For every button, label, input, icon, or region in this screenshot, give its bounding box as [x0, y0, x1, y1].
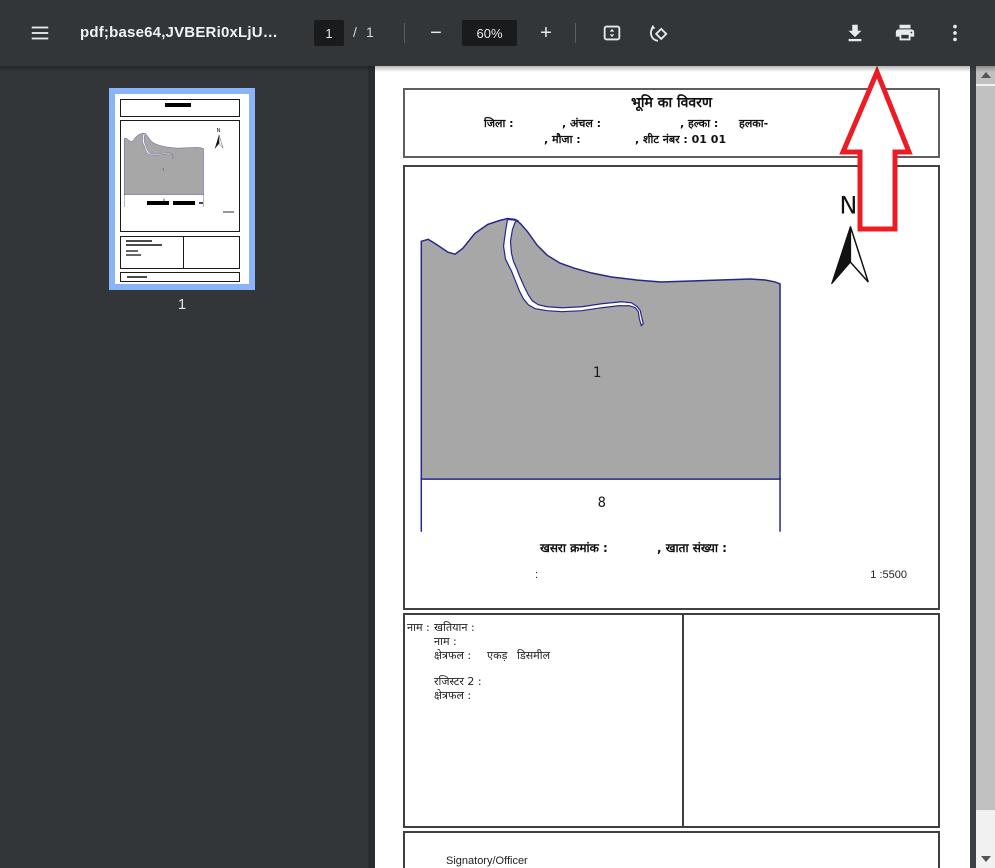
thumbnail-map-art	[121, 121, 239, 225]
scroll-up-button[interactable]	[976, 66, 995, 84]
page-header-box: भूमि का विवरण जिला : , अंचल : , हल्का : …	[403, 88, 940, 158]
khasra-number-label: खसरा क्रमांक :	[540, 539, 608, 556]
thumbnail-header-box	[120, 99, 240, 117]
page-divider: /	[353, 24, 357, 40]
details-divider	[682, 615, 684, 826]
halka-value: हलका-	[739, 116, 768, 131]
fit-to-page-button[interactable]	[598, 19, 626, 47]
mauja-label: , मौजा :	[544, 132, 581, 147]
thumbnail-mark	[199, 202, 203, 204]
area2-label: क्षेत्रफल :	[434, 688, 471, 703]
thumbnail-details-divider	[183, 237, 184, 268]
register2-label: रजिस्टर 2 :	[434, 674, 482, 689]
hamburger-icon	[29, 22, 51, 44]
land-details-title: भूमि का विवरण	[405, 93, 938, 112]
toolbar-separator	[404, 23, 405, 43]
colon-mark: :	[535, 569, 538, 581]
more-options-button[interactable]	[941, 19, 969, 47]
cadastral-map-box: खसरा क्रमांक : , खाता संख्या : : 1 :5500	[403, 165, 940, 610]
kebab-menu-icon	[944, 22, 966, 44]
sidebar-edge-shadow	[368, 66, 375, 868]
thumbnail-text-line	[127, 276, 147, 278]
sheet-number-label: , शीट नंबर : 01 01	[635, 132, 726, 147]
map-scale-label: 1 :5500	[870, 569, 907, 581]
pdf-viewer: 1 8 N pdf;base64,JVBERi0xLjU… 1 / 1 − 60…	[0, 0, 995, 868]
pdf-page: भूमि का विवरण जिला : , अंचल : , हल्का : …	[375, 66, 970, 868]
thumbnail-text-line	[126, 240, 152, 242]
thumbnail-details-box	[120, 236, 240, 269]
fit-to-page-icon	[601, 22, 623, 44]
area-label: क्षेत्रफल :	[434, 648, 471, 663]
khata-number-label: , खाता संख्या :	[657, 539, 727, 556]
vertical-scrollbar[interactable]	[976, 66, 995, 868]
thumbnail-text-line	[126, 244, 162, 246]
thumbnail-khata-blob	[173, 201, 195, 205]
scroll-down-button[interactable]	[976, 850, 995, 868]
download-icon	[844, 22, 866, 44]
decimal-unit-label: डिसमील	[517, 648, 550, 663]
thumbnail-signature-box	[120, 272, 240, 282]
download-button[interactable]	[841, 19, 869, 47]
owner-details-box: नाम : खतियान : नाम : क्षेत्रफल : एकड़ डि…	[403, 613, 940, 828]
thumbnail-text-line	[126, 254, 141, 256]
thumbnail-page-preview	[115, 94, 249, 284]
plus-icon: +	[540, 23, 552, 43]
district-label: जिला :	[484, 116, 514, 131]
thumbnail-text-line	[126, 250, 138, 252]
scroll-up-icon	[981, 72, 991, 78]
pdf-toolbar: pdf;base64,JVBERi0xLjU… 1 / 1 − 60% +	[0, 0, 995, 66]
scrollbar-thumb[interactable]	[976, 86, 995, 810]
rotate-button[interactable]	[644, 19, 672, 47]
zoom-level: 60%	[462, 20, 517, 46]
signature-box: Signatory/Officer	[403, 831, 940, 868]
page-thumbnail-selected[interactable]	[109, 88, 255, 290]
scroll-down-icon	[981, 856, 991, 862]
document-title: pdf;base64,JVBERi0xLjU…	[80, 24, 278, 41]
menu-button[interactable]	[26, 19, 54, 47]
rotate-icon	[647, 22, 669, 44]
minus-icon: −	[430, 23, 442, 43]
acre-unit-label: एकड़	[487, 648, 507, 663]
print-icon	[894, 22, 916, 44]
name-label: नाम :	[407, 620, 430, 635]
thumbnail-scale-blob	[223, 211, 234, 213]
thumbnail-map-box	[120, 120, 240, 232]
name2-label: नाम :	[434, 634, 457, 649]
page-number-input[interactable]: 1	[314, 20, 344, 46]
page-total: 1	[366, 24, 374, 40]
zoom-in-button[interactable]: +	[532, 19, 560, 47]
anchal-label: , अंचल :	[562, 116, 601, 131]
thumbnail-title-blob	[165, 103, 191, 107]
thumbnail-panel: 1	[0, 66, 375, 868]
khatiyan-label: खतियान :	[434, 620, 475, 635]
toolbar-separator	[575, 23, 576, 43]
print-button[interactable]	[891, 19, 919, 47]
halka-label: , हल्का :	[680, 116, 718, 131]
thumbnail-khasra-blob	[147, 201, 169, 205]
zoom-out-button[interactable]: −	[422, 19, 450, 47]
thumbnail-page-number: 1	[109, 296, 255, 313]
signatory-officer-label: Signatory/Officer	[446, 855, 528, 867]
